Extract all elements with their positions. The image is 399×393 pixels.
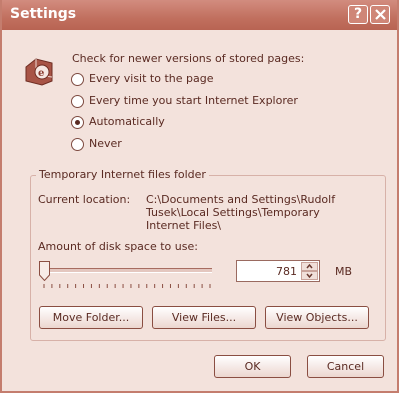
title-bar[interactable]: Settings ? [2,0,397,30]
group-legend: Temporary Internet files folder [36,168,209,181]
disk-space-spinner[interactable] [301,262,318,280]
radio-label: Automatically [89,115,165,128]
radio-label: Every time you start Internet Explorer [89,94,298,107]
window-title: Settings [10,6,77,22]
help-button[interactable]: ? [348,5,368,24]
radio-dot [75,120,80,125]
slider-ticks [43,284,211,288]
disk-slider-thumb[interactable] [39,261,50,281]
disk-space-value[interactable]: 781 [237,265,297,278]
radio-label: Every visit to the page [89,72,214,85]
settings-dialog: Settings ? e Check for newer versions of… [0,0,399,393]
spin-down-button[interactable] [301,271,318,280]
radio-button-selected[interactable] [71,116,84,129]
view-files-button[interactable]: View Files... [152,306,256,329]
check-heading: Check for newer versions of stored pages… [72,52,305,65]
cancel-button[interactable]: Cancel [307,355,384,378]
disk-space-input[interactable]: 781 [236,260,320,282]
location-label: Current location: [38,193,131,206]
radio-button[interactable] [71,73,84,86]
radio-label: Never [89,137,122,150]
chevron-down-icon [306,273,313,279]
view-objects-button[interactable]: View Objects... [265,306,369,329]
location-line-2: Tusek\Local Settings\Temporary [146,206,320,219]
radio-button[interactable] [71,95,84,108]
chevron-up-icon [306,263,313,269]
ok-button[interactable]: OK [214,355,291,378]
location-line-3: Internet Files\ [146,219,222,232]
ie-page-icon: e [25,58,53,86]
radio-button[interactable] [71,138,84,151]
location-line-1: C:\Documents and Settings\Rudolf [146,193,336,206]
close-icon [375,9,386,20]
disk-space-label: Amount of disk space to use: [38,240,198,253]
spin-up-button[interactable] [301,262,318,271]
svg-text:e: e [38,68,44,79]
disk-slider-track[interactable] [42,268,212,273]
close-button[interactable] [370,5,390,24]
move-folder-button[interactable]: Move Folder... [39,306,143,329]
disk-space-unit: MB [335,265,353,278]
help-icon: ? [353,6,363,22]
